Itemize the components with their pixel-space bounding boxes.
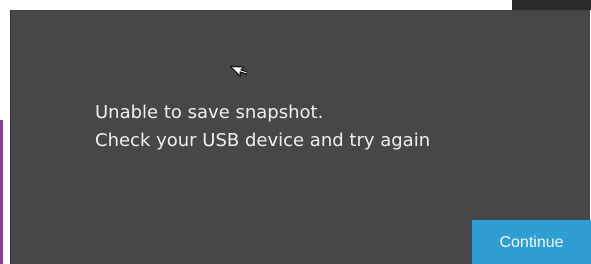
background-window-corner — [512, 0, 591, 10]
background-window-edge — [0, 120, 10, 264]
mouse-pointer-icon — [229, 65, 247, 77]
dialog-message: Unable to save snapshot. Check your USB … — [95, 99, 430, 155]
screen: Unable to save snapshot. Check your USB … — [0, 0, 591, 264]
message-line-2: Check your USB device and try again — [95, 130, 431, 151]
error-dialog: Unable to save snapshot. Check your USB … — [10, 10, 591, 264]
continue-button[interactable]: Continue — [472, 220, 591, 264]
message-line-1: Unable to save snapshot. — [95, 102, 324, 123]
